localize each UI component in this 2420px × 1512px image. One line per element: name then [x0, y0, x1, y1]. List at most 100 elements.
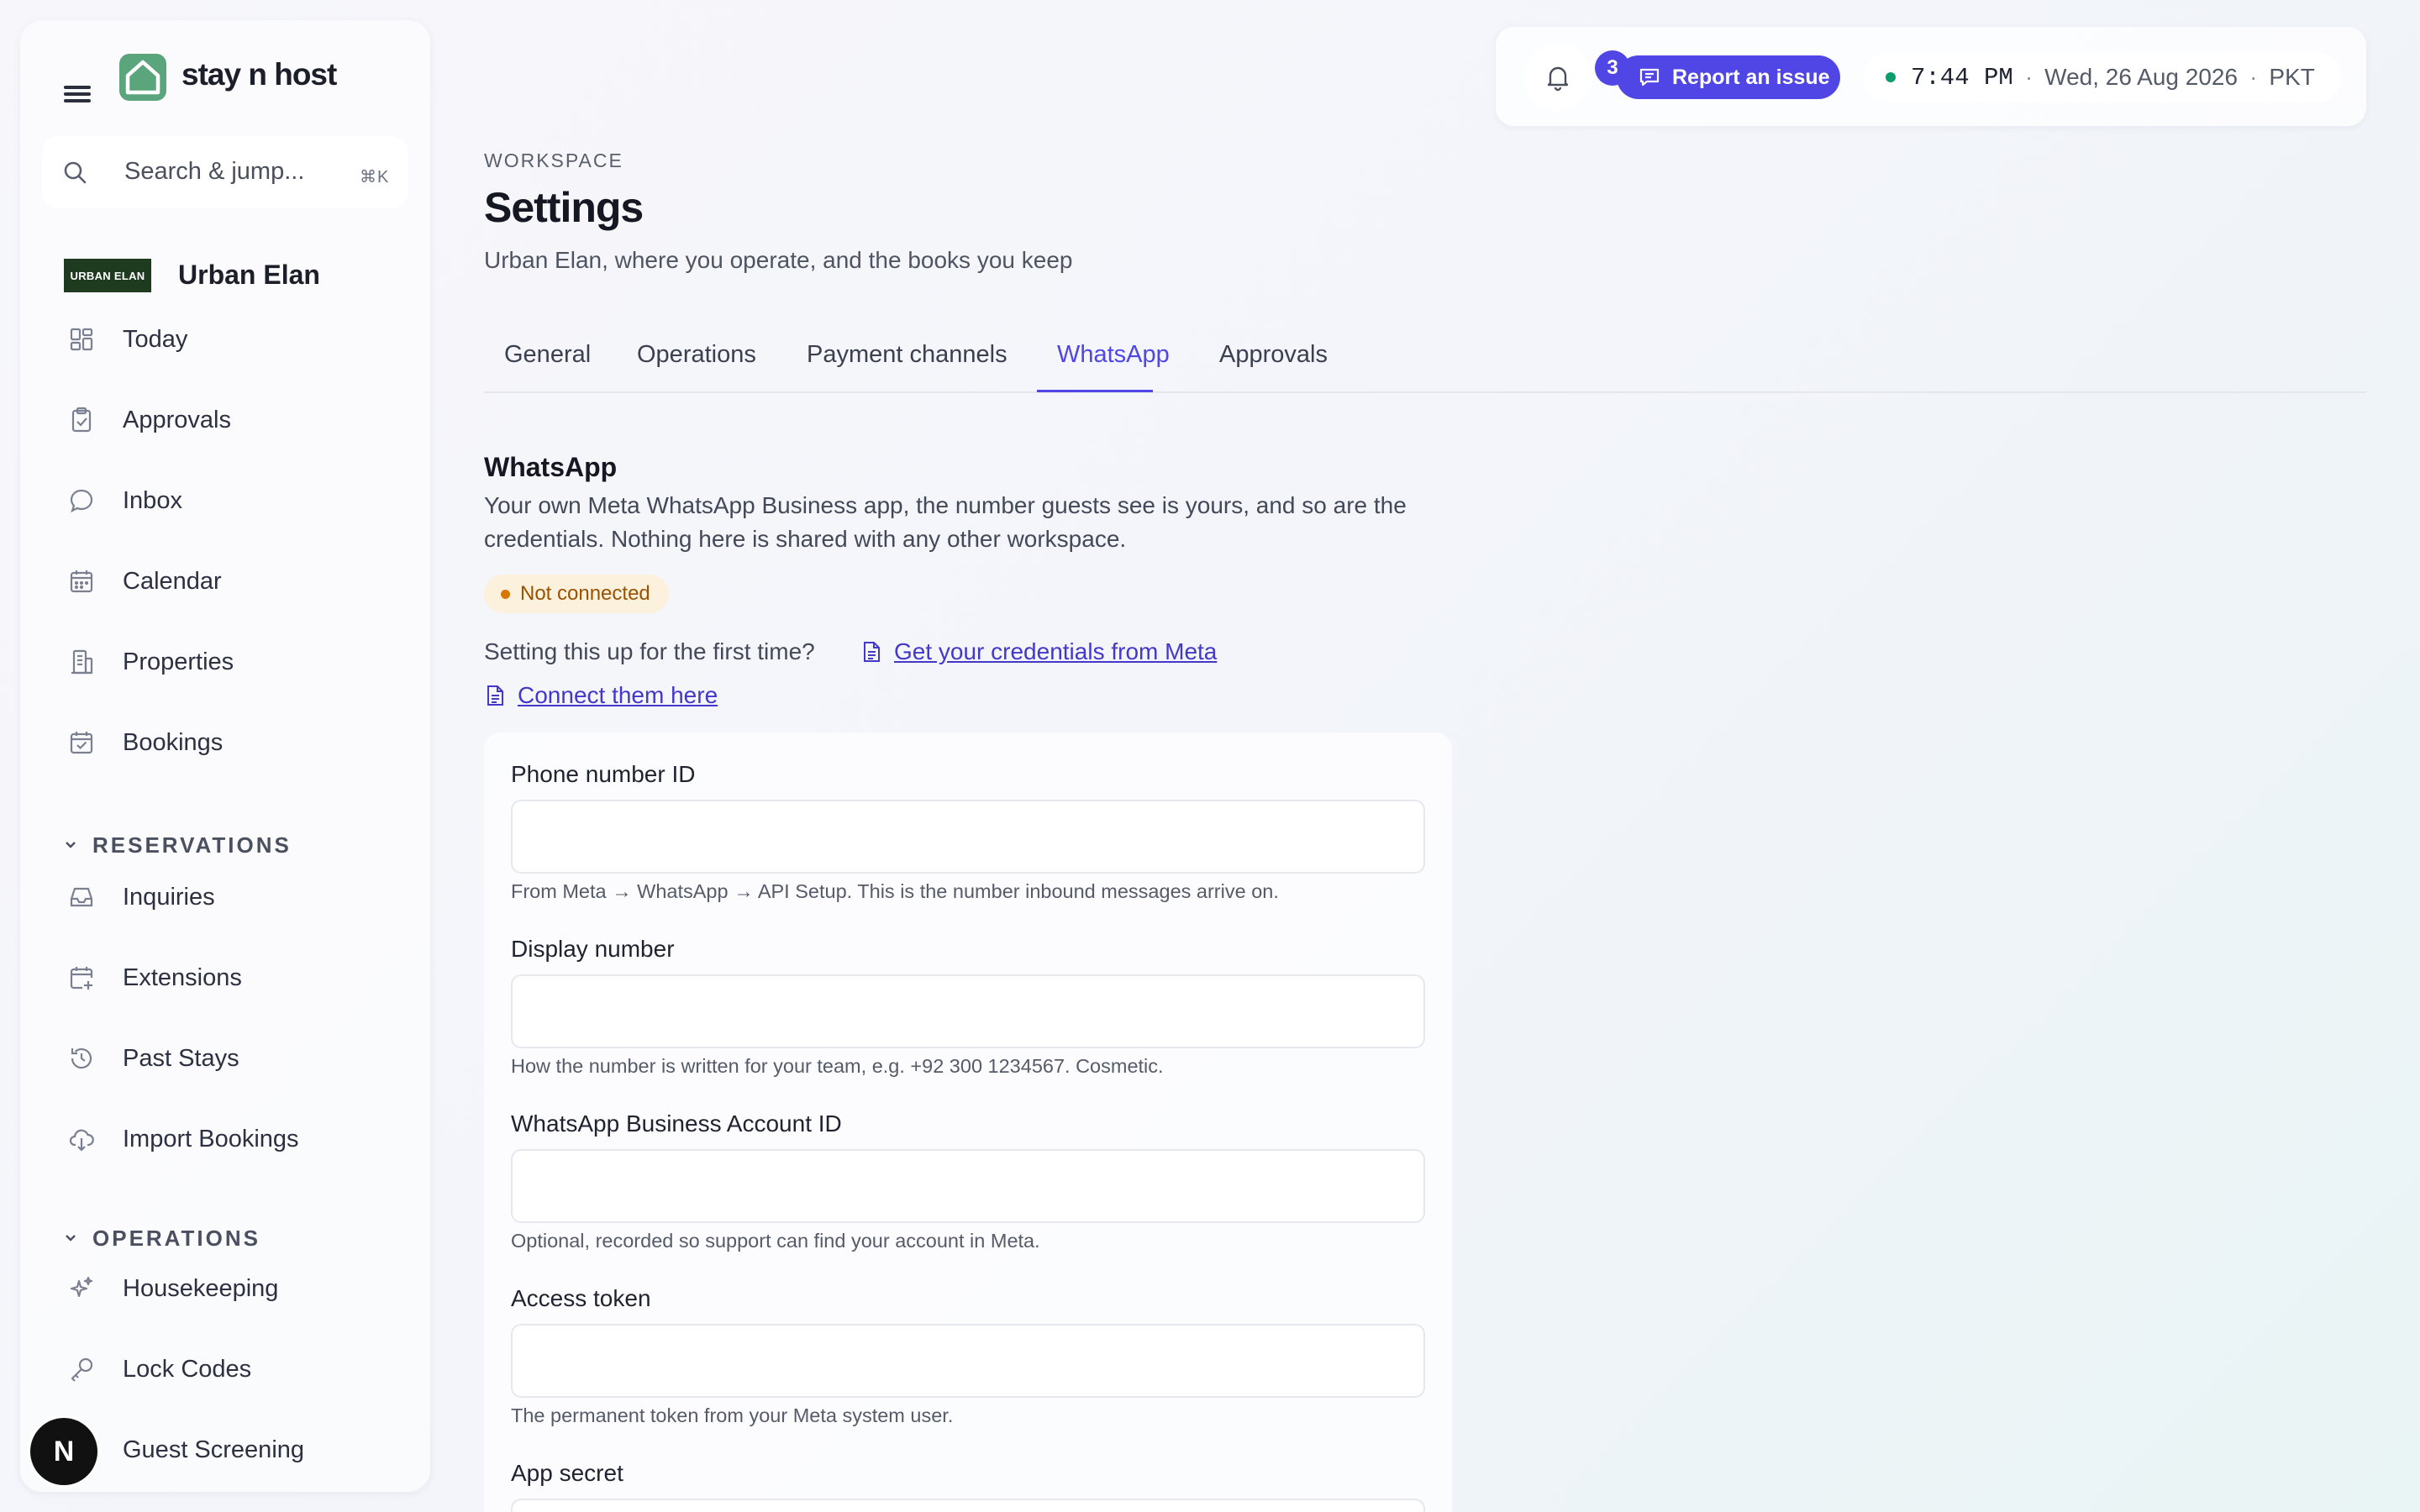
report-issue-button[interactable]: Report an issue [1617, 55, 1840, 99]
current-date: Wed, 26 Aug 2026 [2044, 64, 2238, 90]
connect-guide-link[interactable]: Connect them here [484, 682, 718, 709]
calendar-check-icon [70, 732, 93, 754]
dashboard-icon [70, 328, 93, 351]
sidebar-item-label: Inbox [123, 486, 182, 514]
status-dot [501, 589, 510, 599]
connect-guide-label: Connect them here [518, 682, 718, 708]
sidebar-item-label: Guest Screening [123, 1436, 305, 1463]
sidebar-item-extensions[interactable]: Extensions [44, 948, 380, 1008]
key-icon [71, 1357, 93, 1382]
top-status-bar: 3 Report an issue 7:44 PM · Wed, 26 Aug … [1496, 27, 2366, 126]
clock-display: 7:44 PM · Wed, 26 Aug 2026 · PKT [1864, 52, 2341, 102]
sidebar-item-label: Inquiries [123, 883, 215, 911]
business-account-id-label: WhatsApp Business Account ID [511, 1110, 842, 1137]
report-issue-label: Report an issue [1672, 65, 1830, 89]
notifications-button[interactable]: 3 [1524, 44, 1630, 111]
sidebar-item-calendar[interactable]: Calendar [44, 551, 380, 612]
whatsapp-section-title: WhatsApp [484, 452, 618, 482]
sidebar-item-label: Properties [123, 648, 234, 675]
sidebar-item-label: Calendar [123, 567, 222, 595]
page-subtitle: Urban Elan, where you operate, and the b… [484, 247, 1073, 273]
chevron-down-icon [66, 842, 76, 848]
app-secret-input[interactable] [511, 1499, 1425, 1512]
sidebar-item-label: Housekeeping [123, 1274, 279, 1302]
access-token-hint: The permanent token from your Meta syste… [511, 1404, 954, 1426]
separator: · [2024, 64, 2033, 90]
workspace-name: Urban Elan [178, 260, 320, 290]
sidebar-item-today[interactable]: Today [44, 309, 380, 370]
message-alert-icon [1639, 68, 1660, 87]
tab-general[interactable]: General [504, 341, 591, 369]
separator: · [2249, 64, 2258, 90]
status-badge: Not connected [484, 575, 669, 613]
settings-tabs: General Operations Payment channels What… [484, 319, 2366, 393]
access-token-label: Access token [511, 1285, 651, 1311]
sidebar-item-approvals[interactable]: Approvals [44, 390, 380, 450]
building-icon [71, 649, 93, 675]
brand-logo-icon[interactable] [119, 54, 166, 101]
sidebar-item-label: Lock Codes [123, 1355, 252, 1383]
chevron-down-icon [66, 1235, 76, 1242]
sidebar-item-label: Past Stays [123, 1044, 239, 1072]
clipboard-check-icon [71, 407, 92, 433]
sidebar-item-label: Approvals [123, 406, 231, 433]
whatsapp-credentials-form: Phone number ID From Meta → WhatsApp → A… [484, 732, 1452, 1512]
chat-bubble-icon [70, 489, 93, 513]
tab-payment-channels[interactable]: Payment channels [807, 341, 1007, 369]
sidebar-item-bookings[interactable]: Bookings [44, 712, 380, 773]
workspace-logo: URBAN ELAN [64, 259, 151, 292]
access-token-input[interactable] [511, 1324, 1425, 1398]
sidebar-item-lock-codes[interactable]: Lock Codes [44, 1339, 380, 1399]
phone-number-id-input[interactable] [511, 800, 1425, 874]
search-shortcut: ⌘K [360, 168, 390, 186]
search-icon [64, 161, 87, 184]
avatar[interactable]: N [30, 1418, 97, 1485]
credentials-guide-link[interactable]: Get your credentials from Meta [860, 638, 1217, 665]
cloud-download-icon [69, 1129, 94, 1152]
sidebar-item-properties[interactable]: Properties [44, 632, 380, 692]
tab-whatsapp[interactable]: WhatsApp [1057, 341, 1170, 369]
display-number-input[interactable] [511, 974, 1425, 1048]
section-heading: RESERVATIONS [92, 832, 292, 858]
phone-number-id-label: Phone number ID [511, 761, 696, 787]
sidebar-item-label: Bookings [123, 728, 224, 756]
search-placeholder: Search & jump... [124, 158, 305, 185]
bell-icon [1547, 66, 1569, 92]
timezone: PKT [2269, 64, 2315, 90]
menu-toggle-icon[interactable] [64, 82, 91, 104]
sidebar-item-inbox[interactable]: Inbox [44, 470, 380, 531]
search-input[interactable]: Search & jump... ⌘K [42, 136, 408, 208]
sidebar-item-import-bookings[interactable]: Import Bookings [44, 1109, 380, 1169]
sidebar-item-inquiries[interactable]: Inquiries [44, 867, 380, 927]
display-number-label: Display number [511, 936, 675, 962]
document-icon [487, 685, 503, 706]
history-icon [71, 1047, 92, 1069]
document-icon [864, 642, 880, 662]
page-title: Settings [484, 184, 644, 231]
section-heading: OPERATIONS [92, 1225, 260, 1251]
display-number-hint: How the number is written for your team,… [511, 1055, 1164, 1077]
page-eyebrow: WORKSPACE [484, 150, 623, 171]
online-status-dot [1886, 72, 1896, 82]
workspace-switcher[interactable]: URBAN ELAN Urban Elan [20, 230, 430, 297]
active-tab-indicator [1037, 390, 1153, 392]
business-account-id-hint: Optional, recorded so support can find y… [511, 1230, 1040, 1252]
inbox-tray-icon [70, 887, 93, 907]
sidebar-item-past-stays[interactable]: Past Stays [44, 1028, 380, 1089]
setup-prompt: Setting this up for the first time? [484, 638, 815, 664]
calendar-plus-icon [70, 967, 93, 990]
calendar-icon [70, 570, 93, 593]
business-account-id-input[interactable] [511, 1149, 1425, 1223]
sidebar-header: stay n host [20, 20, 430, 134]
phone-number-id-hint: From Meta → WhatsApp → API Setup. This i… [511, 880, 1279, 902]
sidebar-item-label: Import Bookings [123, 1125, 299, 1152]
tab-approvals[interactable]: Approvals [1219, 341, 1328, 369]
app-secret-label: App secret [511, 1460, 623, 1486]
tab-operations[interactable]: Operations [637, 341, 756, 369]
status-text: Not connected [520, 582, 650, 605]
section-toggle-reservations[interactable]: RESERVATIONS [64, 828, 292, 862]
sparkles-icon [70, 1276, 93, 1298]
section-toggle-operations[interactable]: OPERATIONS [64, 1221, 260, 1255]
sidebar-item-housekeeping[interactable]: Housekeeping [44, 1258, 380, 1319]
sidebar-item-label: Today [123, 325, 188, 353]
